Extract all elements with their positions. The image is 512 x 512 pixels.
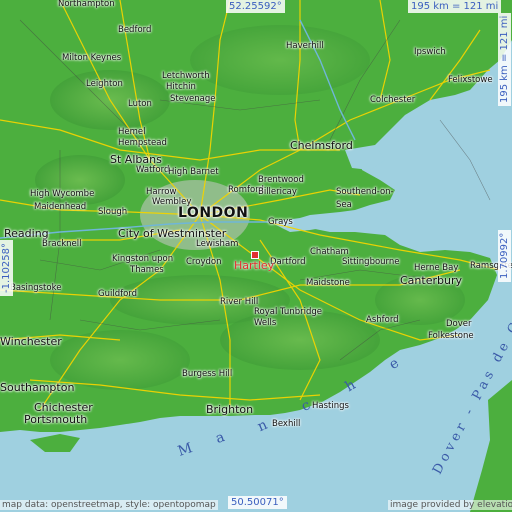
city-label: Sea (336, 200, 352, 210)
city-label: Basingstoke (10, 283, 62, 293)
city-label: Canterbury (400, 274, 462, 287)
city-label: Dover (446, 319, 472, 329)
city-label: Hastings (312, 401, 349, 411)
city-label: High Barnet (168, 167, 219, 177)
city-label: Ipswich (414, 47, 446, 57)
city-label: Bedford (118, 25, 152, 35)
city-label: Watford (136, 165, 170, 175)
city-label: Herne Bay (414, 263, 459, 273)
coord-left: -1.10258° (0, 240, 13, 296)
city-label: Chichester (34, 401, 93, 414)
city-label: Southend-on- (336, 187, 394, 197)
scale-top: 195 km = 121 mi (408, 0, 502, 13)
city-label: Burgess Hill (182, 369, 233, 379)
city-label: Reading (4, 227, 49, 240)
city-label: Chelmsford (290, 139, 353, 152)
city-label: High Wycombe (30, 189, 95, 199)
city-label: St Albans (110, 153, 162, 166)
city-label: Colchester (370, 95, 416, 105)
coord-right: 1.70992° (498, 229, 511, 282)
city-label: River Hill (220, 297, 259, 307)
city-label: Maidstone (306, 278, 350, 288)
city-label: Brentwood (258, 175, 304, 185)
city-label: Northampton (58, 0, 115, 9)
city-label: Royal Tunbridge (254, 307, 322, 317)
city-label: Slough (98, 207, 128, 217)
city-label: Bexhill (272, 419, 301, 429)
city-label: Brighton (206, 403, 254, 416)
scale-right: 195 km = 121 mi (498, 12, 511, 106)
city-label: Bracknell (42, 239, 82, 249)
city-label: Sittingbourne (342, 257, 400, 267)
city-label: Southampton (0, 381, 75, 394)
city-label: LONDON (178, 205, 249, 221)
coord-bottom: 50.50071° (228, 496, 287, 509)
map-view[interactable]: M a n c h e Dover - Pas de Calais Northa… (0, 0, 512, 512)
coord-top: 52.25592° (226, 0, 285, 13)
location-marker[interactable] (251, 251, 259, 259)
city-label: Billericay (258, 187, 297, 197)
city-label: Hitchin (166, 82, 196, 92)
city-label: Dartford (270, 257, 306, 267)
city-label: Harrow (146, 187, 177, 197)
city-label: Hemel (118, 127, 146, 137)
city-label: Kingston upon (112, 254, 174, 264)
city-label: Milton Keynes (62, 53, 122, 63)
city-label: Maidenhead (34, 202, 87, 212)
city-label: Grays (268, 217, 293, 227)
city-label: Hempstead (118, 138, 167, 148)
city-label: Lewisham (196, 239, 239, 249)
location-label: Hartley (234, 259, 275, 272)
attribution-right: image provided by elevationmap (388, 500, 512, 510)
city-label: Croydon (186, 257, 222, 267)
city-label: Guildford (98, 289, 138, 299)
city-label: Felixstowe (448, 75, 493, 85)
city-label: City of Westminster (118, 227, 227, 240)
attribution-left: map data: openstreetmap, style: opentopo… (0, 500, 218, 510)
city-label: Stevenage (170, 94, 216, 104)
city-label: Chatham (310, 247, 349, 257)
city-label: Wells (254, 318, 277, 328)
city-label: Winchester (0, 335, 62, 348)
city-label: Luton (128, 99, 152, 109)
city-label: Haverhill (286, 41, 324, 51)
city-label: Leighton (86, 79, 123, 89)
city-label: Portsmouth (24, 413, 88, 426)
city-label: Letchworth (162, 71, 210, 81)
city-label: Ashford (366, 315, 399, 325)
city-label: Folkestone (428, 331, 474, 341)
city-label: Thames (130, 265, 164, 275)
